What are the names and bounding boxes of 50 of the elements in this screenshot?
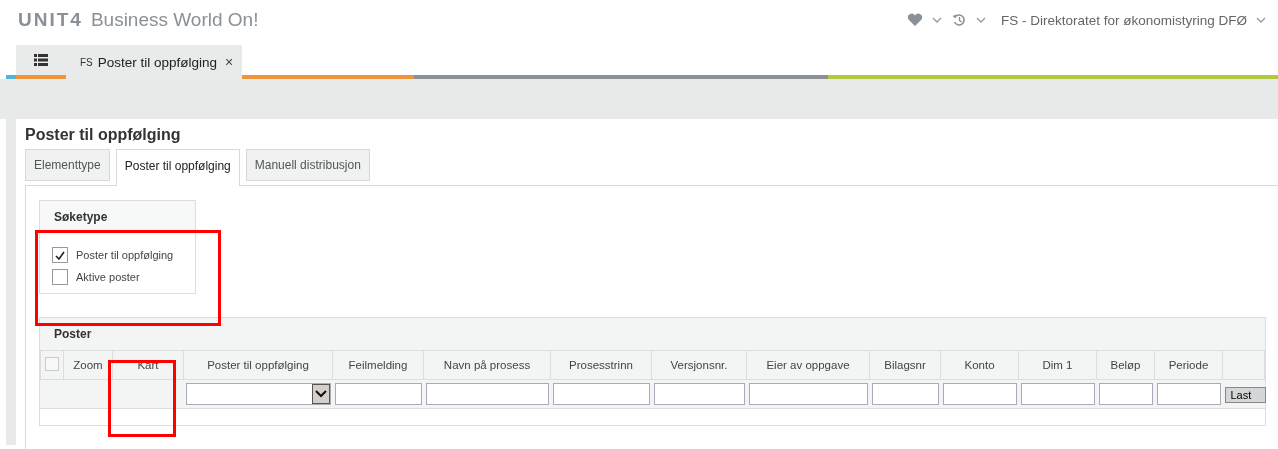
history-icon[interactable] [950, 12, 967, 28]
column-header[interactable]: Periode [1154, 350, 1223, 380]
close-button[interactable]: × [225, 54, 234, 70]
menu-button[interactable] [16, 45, 66, 75]
tab[interactable]: Elementtype [25, 149, 110, 181]
chevron-icon[interactable] [931, 17, 942, 23]
app-tab-label: Poster til oppfølging [97, 54, 218, 70]
input-field[interactable] [748, 383, 868, 405]
app-tab[interactable]: FS Poster til oppfølging × [66, 45, 243, 79]
column-header[interactable]: Dim 1 [1018, 350, 1097, 380]
input-field[interactable] [653, 383, 745, 405]
section-title: Søketype [53, 209, 109, 226]
column-header[interactable]: Prosesstrinn [550, 350, 652, 380]
column-header[interactable]: Beløp [1096, 350, 1155, 380]
input-field[interactable] [334, 383, 422, 405]
input-field[interactable] [425, 383, 549, 405]
column-header[interactable]: Navn på prosess [423, 350, 551, 380]
column-header[interactable]: Versjonsnr. [651, 350, 747, 380]
column-header[interactable]: Eier av oppgave [746, 350, 870, 380]
column-header[interactable]: Poster til oppfølging [183, 350, 333, 380]
checkbox[interactable] [45, 357, 59, 371]
checkbox[interactable] [52, 269, 68, 285]
checkbox-label: Poster til oppfølging [76, 249, 174, 261]
page-title: Poster til oppfølging [25, 126, 182, 144]
input-field[interactable] [871, 383, 939, 405]
check-icon [55, 250, 65, 260]
heart-icon[interactable] [906, 13, 923, 27]
checkbox[interactable] [52, 247, 68, 263]
input-field[interactable] [1020, 383, 1095, 405]
input-field[interactable] [1156, 383, 1221, 405]
logo: UNIT4 [18, 9, 83, 31]
dropdown-field[interactable] [185, 383, 331, 405]
section-title: Poster [53, 326, 93, 343]
company-name[interactable]: FS - Direktoratet for økonomistyring DFØ [1000, 12, 1247, 28]
list-icon [34, 54, 48, 66]
product-name: Business World On! [90, 9, 259, 31]
chevron-icon[interactable] [1256, 17, 1266, 23]
app-code-label: FS [80, 56, 93, 68]
tab[interactable]: Manuell distribusjon [245, 149, 370, 181]
input-field[interactable] [942, 383, 1017, 405]
column-header[interactable]: Zoom [63, 350, 113, 380]
checkbox-label: Aktive poster [76, 271, 140, 283]
column-header[interactable]: Bilagsnr [869, 350, 941, 380]
input-field[interactable] [552, 383, 650, 405]
column-header[interactable]: Feilmelding [332, 350, 424, 380]
load-button[interactable]: Last [1224, 387, 1267, 403]
tab[interactable]: Poster til oppfølging [115, 149, 240, 186]
input-field[interactable] [1098, 383, 1153, 405]
column-header[interactable]: Konto [940, 350, 1019, 380]
chevron-icon[interactable] [975, 17, 986, 23]
